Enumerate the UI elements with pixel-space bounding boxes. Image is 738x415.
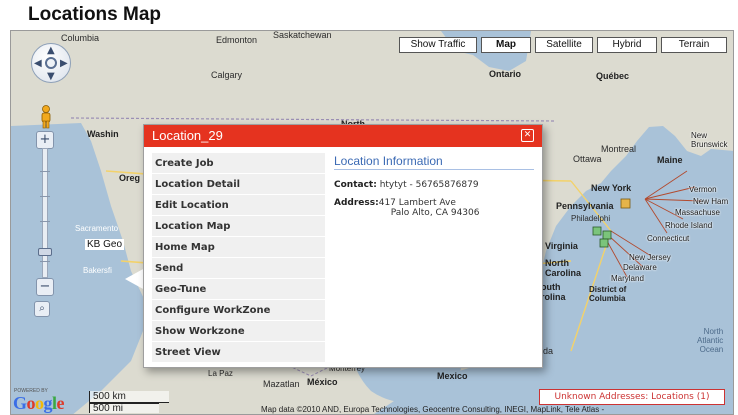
menu-item-configure-workzone[interactable]: Configure WorkZone — [152, 300, 325, 321]
map-label-calgary: Calgary — [211, 70, 243, 80]
map-label-north-carolina: North Carolina — [545, 258, 582, 278]
map-label-bakersfield: Bakersfi — [83, 266, 112, 275]
map-label-massachusetts: Massachuse — [675, 208, 720, 217]
zoom-tick — [40, 221, 50, 222]
location-info-window: Location_29 ✕ Create Job Location Detail… — [143, 124, 543, 368]
pan-control-icon[interactable]: ▲ ▼ ◀ ▶ — [31, 43, 71, 83]
map-label-kb-geo: KB Geo — [85, 239, 125, 250]
zoom-tick — [40, 196, 50, 197]
scale-km: 500 km — [89, 391, 169, 403]
map-type-satellite-button[interactable]: Satellite — [535, 37, 593, 53]
zoom-slider-track[interactable] — [42, 148, 48, 278]
menu-item-create-job[interactable]: Create Job — [152, 153, 325, 174]
map-label-columbia: Columbia — [61, 33, 100, 43]
map-scale: 500 km 500 mi — [89, 391, 169, 414]
map-label-mexico: México — [307, 377, 338, 387]
menu-item-home-map[interactable]: Home Map — [152, 237, 325, 258]
popup-tail — [125, 268, 145, 290]
location-info-heading: Location Information — [334, 154, 534, 170]
map-label-mazatlan: Mazatlan — [263, 379, 300, 389]
menu-item-send[interactable]: Send — [152, 258, 325, 279]
menu-item-show-workzone[interactable]: Show Workzone — [152, 321, 325, 342]
menu-item-geo-tune[interactable]: Geo-Tune — [152, 279, 325, 300]
map-label-pennsylvania: Pennsylvania — [556, 201, 614, 211]
map-label-new-york: New York — [591, 183, 632, 193]
popup-title: Location_29 — [144, 125, 542, 147]
map-label-ontario: Ontario — [489, 69, 522, 79]
map-label-edmonton: Edmonton — [216, 35, 258, 45]
map-label-philadelphia: Philadelphi — [571, 214, 611, 223]
address-line-1: 417 Lambert Ave — [378, 198, 456, 208]
contact-value: htytyt - 56765876879 — [379, 180, 479, 190]
map-label-maine: Maine — [657, 155, 683, 165]
map-label-quebec: Québec — [596, 71, 630, 81]
map-label-south-carolina: outh rolina — [541, 282, 566, 302]
map-type-terrain-button[interactable]: Terrain — [661, 37, 727, 53]
menu-item-street-view[interactable]: Street View — [152, 342, 325, 363]
menu-item-location-map[interactable]: Location Map — [152, 216, 325, 237]
map-label-maryland: Maryland — [611, 274, 644, 283]
location-action-menu: Create Job Location Detail Edit Location… — [152, 153, 325, 363]
map-attribution: Map data ©2010 AND, Europa Technologies,… — [261, 405, 605, 414]
map-label-delaware: Delaware — [623, 263, 657, 272]
address-row: Address: 417 Lambert Ave Palo Alto, CA 9… — [334, 198, 479, 218]
map-label-vermont: Vermon — [689, 185, 717, 194]
page-title: Locations Map — [28, 4, 162, 25]
address-line-2: Palo Alto, CA 94306 — [390, 208, 480, 218]
pegman-icon[interactable] — [39, 105, 53, 129]
map-label-saskatchewan: Saskatchewan — [273, 30, 332, 40]
zoom-out-icon[interactable]: − — [36, 278, 54, 296]
menu-item-edit-location[interactable]: Edit Location — [152, 195, 325, 216]
unknown-addresses-button[interactable]: Unknown Addresses: Locations (1) — [539, 389, 725, 405]
map-type-hybrid-button[interactable]: Hybrid — [597, 37, 657, 53]
menu-item-location-detail[interactable]: Location Detail — [152, 174, 325, 195]
zoom-tick — [40, 171, 50, 172]
map-label-oregon: Oreg — [119, 173, 141, 183]
close-icon[interactable]: ✕ — [521, 129, 534, 142]
map-label-dc: District of Columbia — [589, 285, 627, 303]
zoom-tick — [40, 261, 50, 262]
google-logo[interactable]: Google — [13, 393, 65, 414]
zoom-slider-thumb[interactable] — [38, 248, 52, 256]
map-label-la-paz: La Paz — [208, 369, 233, 378]
map-label-ottawa: Ottawa — [573, 154, 602, 164]
show-traffic-button[interactable]: Show Traffic — [399, 37, 477, 53]
scale-mi: 500 mi — [89, 403, 159, 414]
map-label-montreal: Montreal — [601, 144, 637, 154]
magnify-icon[interactable]: ⌕ — [34, 301, 50, 317]
map-label-new-jersey: New Jersey — [629, 253, 671, 262]
map-label-rhode-island: Rhode Island — [665, 221, 713, 230]
address-label: Address: — [334, 198, 379, 208]
map-label-mexico-gulf: Mexico — [437, 371, 468, 381]
map-label-new-brunswick: New Brunswick — [691, 131, 728, 149]
contact-row: Contact: htytyt - 56765876879 — [334, 180, 479, 190]
map-label-connecticut: Connecticut — [647, 234, 690, 243]
map-label-atlantic: North Atlantic Ocean — [697, 327, 724, 354]
map-label-new-hampshire: New Ham — [693, 197, 729, 206]
map-type-map-button[interactable]: Map — [481, 37, 531, 53]
map-label-virginia: Virginia — [545, 241, 578, 251]
map-canvas[interactable]: Columbia Edmonton Saskatchewan Calgary O… — [10, 30, 734, 415]
map-label-washington: Washin — [87, 129, 119, 139]
zoom-in-icon[interactable]: + — [36, 131, 54, 149]
map-label-sacramento: Sacramento — [75, 224, 119, 233]
contact-label: Contact: — [334, 180, 377, 190]
